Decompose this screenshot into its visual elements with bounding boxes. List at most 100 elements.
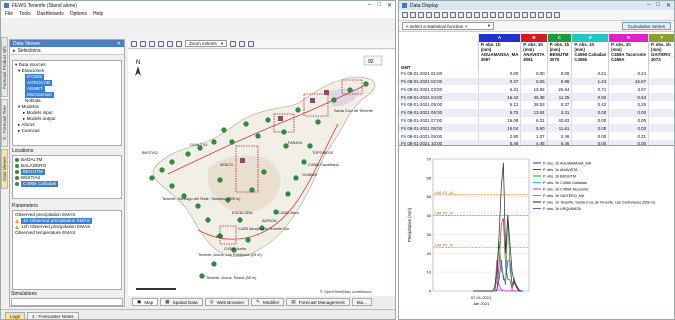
- station-marker[interactable]: [169, 159, 175, 165]
- table-row[interactable]: Fri 08-01-2021 08:00 16.04 5.90 11.61 0.00 0.…: [399, 124, 674, 133]
- station-marker[interactable]: [261, 169, 267, 175]
- value-cell[interactable]: 0.25: [608, 100, 650, 109]
- station-marker[interactable]: [243, 121, 249, 127]
- building-icon[interactable]: [324, 90, 329, 95]
- station-marker[interactable]: [281, 129, 287, 135]
- last-page-icon[interactable]: [554, 12, 560, 18]
- series-letter[interactable]: D: [571, 34, 610, 42]
- value-cell[interactable]: [648, 108, 674, 117]
- value-cell[interactable]: 0.63: [608, 93, 650, 101]
- value-cell[interactable]: 0.03: [608, 124, 650, 133]
- bookmark-icon[interactable]: [466, 12, 472, 18]
- precipitation-chart[interactable]: 0 10 20 30 40 50 60 70 Precipitation (mm) LIM_P1_…: [399, 147, 675, 320]
- menu-help[interactable]: Help: [93, 11, 103, 17]
- tab-modifier[interactable]: ✎ Modifier: [251, 298, 285, 306]
- tab-spatial-data[interactable]: ▦ Spatial Data: [160, 298, 203, 306]
- table-icon[interactable]: [418, 12, 424, 18]
- zoom-out-icon[interactable]: [140, 40, 146, 47]
- station-marker[interactable]: [347, 87, 353, 93]
- tab-forecast-tree[interactable]: S - Forecast Tree: [1, 99, 8, 147]
- maximize-icon[interactable]: □: [377, 2, 381, 9]
- selections-row[interactable]: ▸ Selections: [10, 47, 124, 55]
- pan-icon[interactable]: [514, 12, 520, 18]
- series-letter[interactable]: A: [478, 34, 522, 42]
- refresh-icon[interactable]: [239, 40, 246, 47]
- value-cell[interactable]: 6.12: [478, 100, 522, 109]
- station-marker[interactable]: [293, 175, 299, 181]
- table-row[interactable]: Fri 08-01-2021 10:00 5.48 4.46 6.46 0.00 0.00: [399, 139, 674, 145]
- value-cell[interactable]: 40.63: [547, 116, 573, 125]
- zoom-dropdown[interactable]: Zoom extents ▾: [185, 40, 228, 47]
- value-cell[interactable]: 0.42: [571, 100, 610, 109]
- value-cell[interactable]: [648, 69, 674, 78]
- value-cell[interactable]: 0.21: [571, 69, 610, 78]
- print-icon[interactable]: [410, 12, 416, 18]
- text-icon[interactable]: [434, 12, 440, 18]
- series-letter[interactable]: F: [648, 34, 674, 42]
- column-header[interactable]: P. obs. 1h (mm) ANAVISTA 3061: [520, 41, 548, 70]
- tab-logs[interactable]: Logs: [5, 312, 25, 319]
- value-cell[interactable]: 16.67: [608, 77, 650, 86]
- station-marker[interactable]: [211, 261, 217, 267]
- value-cell[interactable]: 2.90: [478, 132, 522, 140]
- column-header[interactable]: P. obs. 1h (mm) AGUAMANSA_MA 3087: [478, 41, 522, 70]
- station-marker[interactable]: [159, 167, 165, 173]
- table-row[interactable]: Fri 08-01-2021 04:00 16.42 35.38 11.25 0.00 0…: [399, 93, 674, 101]
- value-cell[interactable]: 38.53: [520, 100, 548, 109]
- value-cell[interactable]: [648, 93, 674, 101]
- tab-more[interactable]: Ma...: [351, 298, 372, 306]
- tab-web-browser[interactable]: ◎ Web Browser: [204, 298, 250, 306]
- value-cell[interactable]: 11.61: [547, 124, 573, 133]
- value-cell[interactable]: [648, 77, 674, 86]
- column-header[interactable]: P. obs. 1h (mm) C459A Tacoronte C459A: [608, 41, 650, 70]
- station-marker[interactable]: [363, 81, 369, 87]
- zoom-in-icon[interactable]: [131, 40, 137, 47]
- station-marker[interactable]: [169, 183, 175, 189]
- value-cell[interactable]: 35.38: [520, 93, 548, 101]
- value-cell[interactable]: 16.08: [478, 116, 522, 125]
- close-icon[interactable]: ✕: [387, 2, 392, 9]
- value-cell[interactable]: [648, 124, 674, 133]
- column-header[interactable]: P. obs. 1h (mm) BENIJTM 3070: [547, 41, 573, 70]
- value-cell[interactable]: 0.37: [478, 77, 522, 86]
- table-row[interactable]: Fri 08-01-2021 06:00 5.75 13.04 3.31 0.00 0.0…: [399, 108, 674, 117]
- station-marker[interactable]: [315, 119, 321, 125]
- first-page-icon[interactable]: [522, 12, 528, 18]
- station-marker[interactable]: [301, 159, 307, 165]
- station-marker[interactable]: [195, 203, 201, 209]
- export-icon[interactable]: [482, 12, 488, 18]
- value-cell[interactable]: 5.75: [478, 108, 522, 117]
- value-cell[interactable]: 3.07: [608, 85, 650, 94]
- station-marker[interactable]: [217, 177, 223, 183]
- station-marker[interactable]: [185, 151, 191, 157]
- value-cell[interactable]: 5.99: [547, 77, 573, 86]
- value-cell[interactable]: 3.31: [547, 108, 573, 117]
- value-cell[interactable]: 0.00: [478, 69, 522, 78]
- value-cell[interactable]: 5.48: [478, 139, 522, 145]
- value-cell[interactable]: 3.46: [547, 132, 573, 140]
- value-cell[interactable]: [648, 100, 674, 109]
- station-marker[interactable]: [255, 133, 261, 139]
- minimize-icon[interactable]: –: [647, 2, 650, 9]
- station-marker[interactable]: [307, 143, 313, 149]
- table-row[interactable]: Fri 08-01-2021 07:00 16.08 6.31 40.63 0.00 0.…: [399, 116, 674, 125]
- zoom-reset-icon[interactable]: [506, 12, 512, 18]
- value-cell[interactable]: [648, 116, 674, 125]
- map-canvas[interactable]: N Santa Cruz de Tenerife TOPONEGE C4065 …: [128, 50, 396, 296]
- prev-icon[interactable]: [530, 12, 536, 18]
- save-icon[interactable]: [402, 12, 408, 18]
- menu-tools[interactable]: Tools: [19, 11, 31, 17]
- menu-file[interactable]: File: [5, 11, 13, 17]
- zoom-in-icon[interactable]: [490, 12, 496, 18]
- value-cell[interactable]: [648, 85, 674, 94]
- tab-map[interactable]: ▣ Map: [132, 298, 159, 306]
- column-header[interactable]: P. obs. 1h (mm) GAITERO_ 3073: [648, 41, 674, 70]
- value-cell[interactable]: 6.46: [547, 139, 573, 145]
- value-cell[interactable]: 0.24: [608, 69, 650, 78]
- value-cell[interactable]: 4.46: [520, 139, 548, 145]
- value-cell[interactable]: 0.00: [571, 124, 610, 133]
- copy-icon[interactable]: [474, 12, 480, 18]
- series-letter[interactable]: B: [520, 34, 548, 42]
- value-cell[interactable]: 0.00: [571, 93, 610, 101]
- station-marker[interactable]: [295, 107, 301, 113]
